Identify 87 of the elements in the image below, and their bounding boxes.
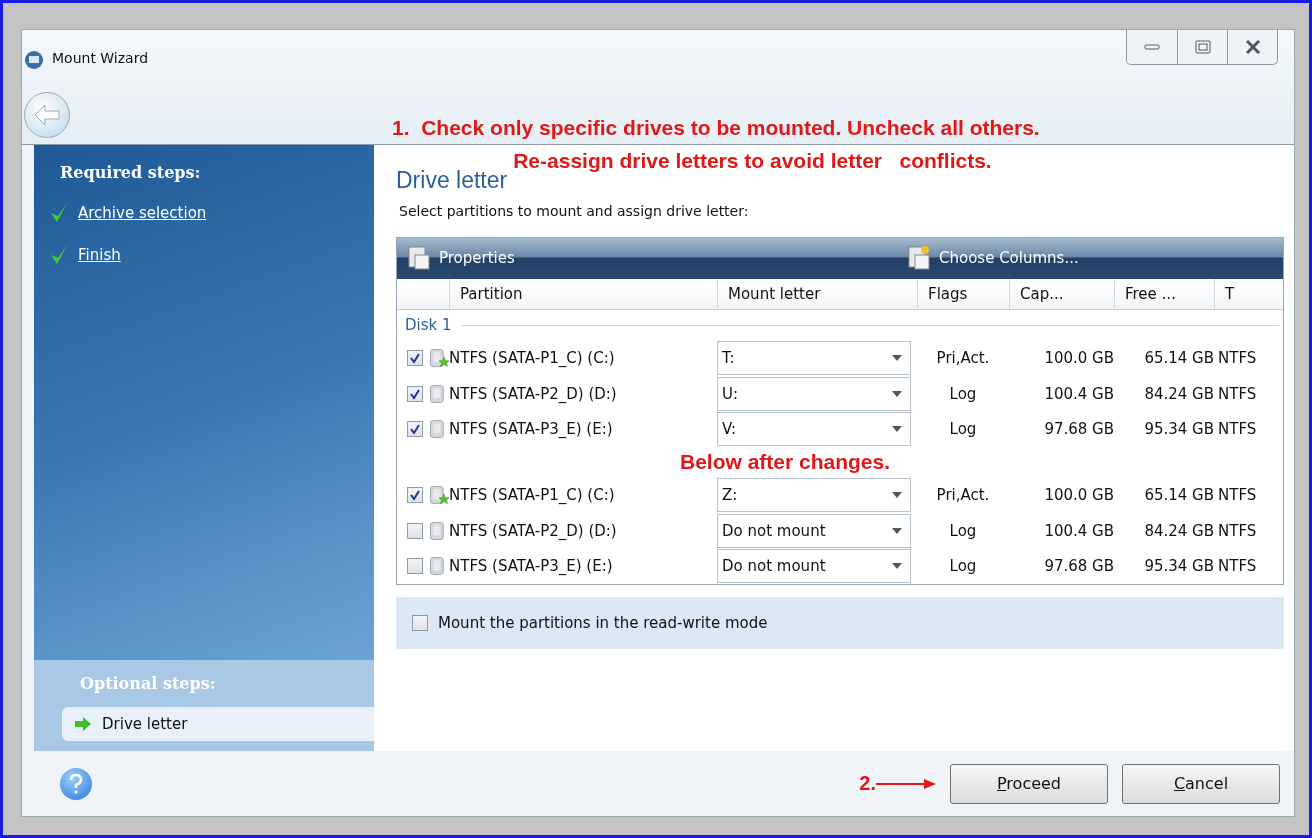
option-label: Mount the partitions in the read-write mode bbox=[438, 614, 768, 632]
column-header[interactable]: T bbox=[1214, 278, 1283, 310]
minimize-icon bbox=[1144, 44, 1160, 50]
capacity-cell: 100.4 GB bbox=[1044, 521, 1114, 540]
capacity-cell: 100.0 GB bbox=[1044, 349, 1114, 368]
flags-cell: Log bbox=[949, 420, 977, 439]
partition-name: NTFS (SATA-P3_E) (E:) bbox=[449, 420, 613, 439]
help-icon bbox=[69, 773, 83, 794]
file-system-cell-text: NTFS bbox=[1217, 349, 1257, 368]
partition-name: NTFS (SATA-P3_E) (E:) bbox=[449, 557, 613, 576]
checkbox[interactable] bbox=[407, 487, 423, 504]
mount-letter-dropdown[interactable]: V: bbox=[717, 412, 911, 447]
caret-icon bbox=[892, 527, 902, 534]
capacity-cell: 100.0 GB bbox=[1044, 486, 1114, 505]
window-title: Mount Wizard bbox=[52, 50, 149, 66]
app-icon bbox=[24, 50, 44, 70]
flags-cell: Log bbox=[949, 557, 977, 576]
note-icon bbox=[907, 245, 931, 272]
column-header[interactable]: Partition bbox=[449, 278, 717, 310]
check-mark-icon bbox=[50, 244, 68, 266]
step-link[interactable]: Finish bbox=[78, 246, 121, 264]
checkbox[interactable] bbox=[412, 615, 428, 631]
file-system-cell-text: NTFS bbox=[1217, 557, 1257, 576]
proceed-button[interactable]: Proceed bbox=[950, 763, 1108, 804]
page-heading: Drive letter bbox=[396, 167, 508, 194]
file-system-cell-text: NTFS bbox=[1217, 384, 1257, 403]
caret-icon bbox=[892, 563, 902, 570]
checkbox[interactable] bbox=[407, 522, 423, 539]
mount-letter-dropdown[interactable]: T: bbox=[717, 341, 911, 376]
column-header[interactable]: Mount letter bbox=[717, 278, 917, 310]
toolbar-button[interactable]: Properties bbox=[397, 245, 897, 272]
annotation-text: Below after changes. bbox=[679, 450, 891, 475]
caret-icon bbox=[892, 355, 902, 362]
caret-icon bbox=[892, 426, 902, 433]
close-icon bbox=[1244, 40, 1261, 54]
step-link[interactable]: Archive selection bbox=[78, 204, 207, 222]
back-arrow-icon bbox=[34, 104, 60, 126]
instruction-text: Select partitions to mount and assign drive letter: bbox=[399, 203, 750, 219]
arrow-icon bbox=[74, 716, 92, 732]
cancel-button[interactable]: Cancel bbox=[1122, 763, 1280, 804]
capacity-cell: 97.68 GB bbox=[1044, 420, 1114, 439]
checkbox[interactable] bbox=[407, 350, 423, 367]
annotation-text: 2. bbox=[859, 772, 876, 795]
toolbar-button[interactable]: Choose Columns... bbox=[897, 245, 1157, 272]
partition-name: NTFS (SATA-P2_D) (D:) bbox=[449, 521, 617, 540]
free-space-cell: 65.14 GB bbox=[1144, 486, 1214, 505]
column-header[interactable]: Flags bbox=[917, 278, 1009, 310]
partition-name: NTFS (SATA-P1_C) (C:) bbox=[449, 486, 615, 505]
back-button[interactable] bbox=[24, 92, 70, 138]
mount-letter-dropdown[interactable]: Z: bbox=[717, 478, 911, 513]
checkbox[interactable] bbox=[407, 558, 423, 575]
mount-letter-dropdown[interactable]: Do not mount bbox=[717, 513, 911, 548]
file-system-cell-text: NTFS bbox=[1217, 521, 1257, 540]
annotation-text: Re-assign drive letters to avoid letter conflicts. bbox=[513, 149, 992, 173]
caret-icon bbox=[892, 390, 902, 397]
free-space-cell: 95.34 GB bbox=[1144, 557, 1214, 576]
section-title: Required steps: bbox=[59, 162, 202, 184]
free-space-cell: 84.24 GB bbox=[1144, 384, 1214, 403]
flags-cell: Pri,Act. bbox=[936, 349, 990, 368]
column-header[interactable]: Free ... bbox=[1114, 278, 1214, 310]
flags-cell: Log bbox=[949, 384, 977, 403]
step-item[interactable]: Drive letter bbox=[62, 707, 374, 741]
column-header[interactable]: Cap... bbox=[1009, 278, 1114, 310]
section-title: Optional steps: bbox=[79, 673, 217, 695]
annotation-text: 1. Check only specific drives to be mounted. Uncheck all others. bbox=[392, 116, 1040, 140]
file-system-cell-text: NTFS bbox=[1217, 420, 1257, 439]
capacity-cell: 97.68 GB bbox=[1044, 557, 1114, 576]
file-system-cell-text: NTFS bbox=[1217, 486, 1257, 505]
free-space-cell: 95.34 GB bbox=[1144, 420, 1214, 439]
free-space-cell: 65.14 GB bbox=[1144, 349, 1214, 368]
capacity-cell: 100.4 GB bbox=[1044, 384, 1114, 403]
document-icon bbox=[407, 245, 431, 272]
partition-name: NTFS (SATA-P2_D) (D:) bbox=[449, 384, 617, 403]
maximize-icon bbox=[1194, 40, 1211, 54]
mount-letter-dropdown[interactable]: U: bbox=[717, 376, 911, 411]
checkbox[interactable] bbox=[407, 385, 423, 402]
flags-cell: Pri,Act. bbox=[936, 486, 990, 505]
help-button[interactable] bbox=[60, 767, 92, 800]
group-label: Disk 1 bbox=[405, 316, 452, 335]
flags-cell: Log bbox=[949, 521, 977, 540]
free-space-cell: 84.24 GB bbox=[1144, 521, 1214, 540]
arrow-icon bbox=[876, 777, 936, 790]
mount-letter-dropdown[interactable]: Do not mount bbox=[717, 549, 911, 584]
checkbox[interactable] bbox=[407, 421, 423, 438]
check-mark-icon bbox=[50, 202, 68, 224]
partition-name: NTFS (SATA-P1_C) (C:) bbox=[449, 349, 615, 368]
caret-icon bbox=[892, 492, 902, 499]
